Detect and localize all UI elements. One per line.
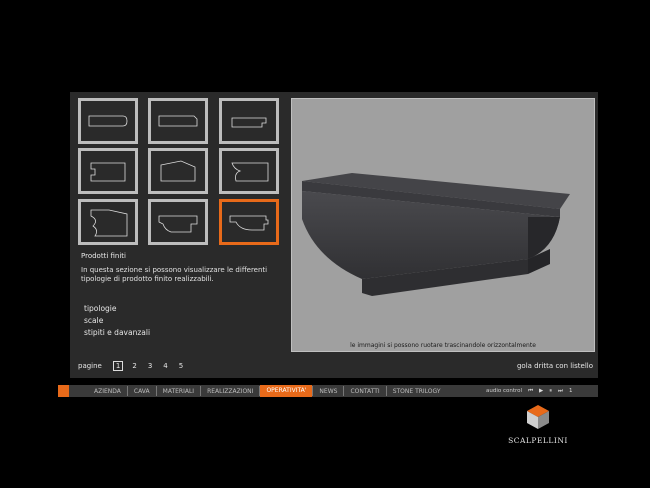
product-render-image [302, 173, 570, 296]
brand-name: SCALPELLINI [508, 436, 568, 445]
profile-cove-block-icon [231, 162, 269, 182]
nav-materiali[interactable]: MATERIALI [157, 388, 200, 395]
nav-azienda[interactable]: AZIENDA [88, 388, 127, 395]
product-3d-viewer[interactable]: le immagini si possono ruotare trascinan… [291, 98, 595, 352]
play-icon[interactable]: ▶ [539, 388, 543, 394]
brand-logo[interactable]: SCALPELLINI [508, 404, 568, 445]
profile-gola-listello-icon [229, 215, 269, 231]
thumb-profile-4[interactable] [78, 148, 138, 194]
profile-bevel-edge-icon [158, 115, 198, 127]
cube-logo-icon [527, 405, 549, 429]
profile-sloped-block-icon [160, 160, 196, 182]
page-2[interactable]: 2 [132, 362, 136, 370]
category-links: tipologie scale stipiti e davanzali [84, 303, 150, 339]
previous-track-icon[interactable]: ⏮ [528, 388, 533, 395]
page-5[interactable]: 5 [179, 362, 183, 370]
nav-cava[interactable]: CAVA [128, 388, 156, 395]
nav-news[interactable]: NEWS [313, 388, 343, 395]
audio-control-label: audio control [486, 388, 523, 394]
thumb-profile-3[interactable] [219, 98, 279, 144]
link-tipologie[interactable]: tipologie [84, 303, 150, 315]
page-3[interactable]: 3 [148, 362, 152, 370]
nav-contatti[interactable]: CONTATTI [344, 388, 385, 395]
profile-rounded-edge-icon [88, 115, 128, 127]
next-track-icon[interactable]: ⏭ [558, 388, 563, 395]
link-stipiti-davanzali[interactable]: stipiti e davanzali [84, 327, 150, 339]
page-1[interactable]: 1 [112, 361, 124, 371]
selected-product-name: gola dritta con listello [516, 362, 593, 370]
thumb-profile-1[interactable] [78, 98, 138, 144]
nav-stone-trilogy[interactable]: STONE TRILOGY [387, 388, 447, 395]
profile-notched-block-icon [90, 162, 126, 182]
thumb-profile-5[interactable] [148, 148, 208, 194]
thumb-profile-2[interactable] [148, 98, 208, 144]
track-number: 1 [568, 388, 573, 394]
profile-ogee-block-icon [90, 209, 128, 237]
thumb-profile-7[interactable] [78, 199, 138, 245]
section-title: Prodotti finiti [81, 252, 126, 260]
nav-realizzazioni[interactable]: REALIZZAZIONI [201, 388, 259, 395]
section-description: In questa sezione si possono visualizzar… [81, 266, 268, 283]
profile-step-edge-icon [231, 117, 267, 128]
pagination: pagine 1 2 3 4 5 [78, 361, 194, 371]
thumb-profile-9-selected[interactable] [219, 199, 279, 245]
thumb-profile-6[interactable] [219, 148, 279, 194]
pagination-label: pagine [78, 362, 102, 370]
link-scale[interactable]: scale [84, 315, 150, 327]
thumb-profile-8[interactable] [148, 199, 208, 245]
main-nav: AZIENDA CAVA MATERIALI REALIZZAZIONI OPE… [88, 385, 447, 397]
audio-control: audio control ⏮ ▶ ⏸ ⏭ 1 [486, 385, 572, 397]
nav-operativita[interactable]: OPERATIVITA' [260, 385, 313, 397]
profile-curved-step-icon [158, 215, 198, 233]
pause-icon[interactable]: ⏸ [549, 388, 552, 395]
nav-accent-block [58, 385, 69, 397]
viewer-caption: le immagini si possono ruotare trascinan… [350, 342, 536, 349]
page-4[interactable]: 4 [163, 362, 167, 370]
